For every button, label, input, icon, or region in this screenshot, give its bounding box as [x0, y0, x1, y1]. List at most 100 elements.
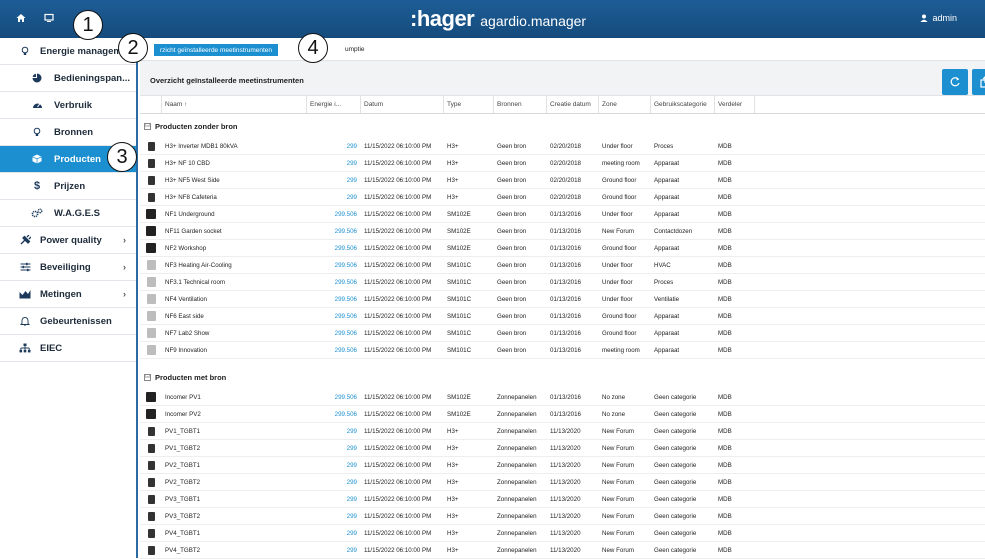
cell-zone: Ground floor [602, 193, 637, 201]
table-row[interactable]: PV3_TGBT1 299 11/15/2022 06:10:00 PM H3+ Zon… [140, 491, 985, 508]
callout-3: 3 [107, 142, 137, 172]
cell-name: NF2 Workshop [165, 244, 207, 252]
cell-cdate: 11/13/2020 [550, 495, 581, 503]
sidebar-item-eiec[interactable]: EIEC [0, 335, 136, 362]
meter-device-icon [140, 443, 162, 453]
sidebar-item-label: Prijzen [54, 180, 86, 192]
table-row[interactable]: NF4 Ventilation 299.506 11/15/2022 06:10:0… [140, 291, 985, 308]
cell-type: SM102E [447, 410, 471, 418]
table-row[interactable]: H3+ NF8 Cafeteria 299 11/15/2022 06:10:00 … [140, 189, 985, 206]
cell-ver: MDB [718, 176, 732, 184]
cell-cat: Proces [654, 142, 674, 150]
cell-type: SM101C [447, 346, 472, 354]
cell-zone: Ground floor [602, 329, 637, 337]
column-header[interactable]: Zone [599, 96, 651, 113]
cell-cdate: 02/20/2018 [550, 176, 581, 184]
column-header[interactable]: Datum [361, 96, 444, 113]
cell-name: Incomer PV2 [165, 410, 201, 418]
table-row[interactable]: PV3_TGBT2 299 11/15/2022 06:10:00 PM H3+ Zon… [140, 508, 985, 525]
table-row[interactable]: PV2_TGBT2 299 11/15/2022 06:10:00 PM H3+ Zon… [140, 474, 985, 491]
monitor-icon[interactable] [40, 9, 58, 27]
tab-overview-installed-meters[interactable]: rzicht geïnstalleerde meetinstrumenten [154, 44, 279, 56]
table-row[interactable]: NF3.1 Technical room 299.506 11/15/2022 06… [140, 274, 985, 291]
cell-energy: 299.506 [334, 346, 357, 354]
sidebar-item-w-a-g-e-s[interactable]: W.A.G.E.S [0, 200, 136, 227]
column-header[interactable]: Verdeler [715, 96, 755, 113]
table-row[interactable]: NF3 Heating Air-Cooling 299.506 11/15/2022… [140, 257, 985, 274]
sidebar-item-energie-managem[interactable]: Energie managem... [0, 38, 136, 65]
meter-device-icon [140, 260, 162, 270]
column-header[interactable]: Bronnen [494, 96, 547, 113]
column-header[interactable]: Creatie datum [547, 96, 599, 113]
sidebar-item-bronnen[interactable]: Bronnen [0, 119, 136, 146]
table-row[interactable]: Incomer PV2 299.506 11/15/2022 06:10:00 PM… [140, 406, 985, 423]
collapse-icon[interactable]: ⊟ [144, 373, 151, 381]
table-row[interactable]: NF1 Underground 299.506 11/15/2022 06:10:0… [140, 206, 985, 223]
cell-name: H3+ NF5 West Side [165, 176, 220, 184]
chevron-right-icon: › [123, 262, 126, 272]
cell-cdate: 11/13/2020 [550, 461, 581, 469]
export-button[interactable] [972, 69, 985, 95]
sidebar-item-metingen[interactable]: Metingen › [0, 281, 136, 308]
cell-ver: MDB [718, 478, 732, 486]
column-header[interactable]: Naam ↑ [162, 96, 307, 113]
meter-device-icon [140, 460, 162, 470]
cell-src: Geen bron [497, 176, 527, 184]
cell-date: 11/15/2022 06:10:00 PM [364, 312, 432, 320]
cell-cat: Apparaat [654, 193, 680, 201]
sidebar-item-bedieningspan[interactable]: Bedieningspan... [0, 65, 136, 92]
column-header[interactable]: Energie i... [307, 96, 361, 113]
table-row[interactable]: H3+ Inverter MDB1 80kVA 299 11/15/2022 06:… [140, 138, 985, 155]
table-row[interactable]: PV2_TGBT1 299 11/15/2022 06:10:00 PM H3+ Zon… [140, 457, 985, 474]
table-row[interactable]: H3+ NF 10 CBD 299 11/15/2022 06:10:00 PM H3… [140, 155, 985, 172]
table-row[interactable]: NF7 Lab2 Show 299.506 11/15/2022 06:10:00 … [140, 325, 985, 342]
cell-name: PV3_TGBT2 [165, 512, 201, 520]
sidebar: Energie managem... Bedieningspan... Verbru… [0, 38, 138, 558]
page-title: Overzicht geïnstalleerde meetinstrumente… [150, 76, 304, 85]
group-header[interactable]: ⊟ Producten zonder bron [140, 114, 985, 138]
table-row[interactable]: NF9 Innovation 299.506 11/15/2022 06:10:00… [140, 342, 985, 359]
sidebar-item-verbruik[interactable]: Verbruik [0, 92, 136, 119]
cell-cdate: 11/13/2020 [550, 546, 581, 554]
table-row[interactable]: PV4_TGBT1 299 11/15/2022 06:10:00 PM H3+ Zon… [140, 525, 985, 542]
cell-ver: MDB [718, 444, 732, 452]
sidebar-item-gebeurtenissen[interactable]: Gebeurtenissen [0, 308, 136, 335]
cell-type: SM102E [447, 227, 471, 235]
table-row[interactable]: PV1_TGBT1 299 11/15/2022 06:10:00 PM H3+ Zon… [140, 423, 985, 440]
refresh-button[interactable] [942, 69, 968, 95]
table-row[interactable]: Incomer PV1 299.506 11/15/2022 06:10:00 PM… [140, 389, 985, 406]
cell-zone: Ground floor [602, 312, 637, 320]
cell-type: SM101C [447, 278, 472, 286]
cell-cat: Geen categorie [654, 427, 697, 435]
cell-cat: Geen categorie [654, 495, 697, 503]
sidebar-item-prijzen[interactable]: $ Prijzen [0, 173, 136, 200]
table-row[interactable]: PV1_TGBT2 299 11/15/2022 06:10:00 PM H3+ Zon… [140, 440, 985, 457]
user-menu[interactable]: admin [920, 13, 957, 23]
meter-device-icon [140, 226, 162, 236]
collapse-icon[interactable]: ⊟ [144, 122, 151, 130]
table-row[interactable]: NF2 Workshop 299.506 11/15/2022 06:10:00 P… [140, 240, 985, 257]
table-row[interactable]: PV4_TGBT2 299 11/15/2022 06:10:00 PM H3+ Zon… [140, 542, 985, 559]
chevron-right-icon: › [123, 289, 126, 299]
group-header[interactable]: ⊟ Producten met bron [140, 365, 985, 389]
sidebar-item-power-quality[interactable]: Power quality › [0, 227, 136, 254]
cell-zone: Under floor [602, 261, 633, 269]
cell-type: H3+ [447, 478, 459, 486]
column-header[interactable]: Gebruikscategorie [651, 96, 715, 113]
cell-energy: 299 [346, 176, 357, 184]
cell-zone: Ground floor [602, 176, 637, 184]
column-header[interactable]: Type [444, 96, 494, 113]
tab-consumption[interactable]: umptie [345, 46, 365, 53]
table-row[interactable]: NF11 Garden socket 299.506 11/15/2022 06:1… [140, 223, 985, 240]
table-row[interactable]: H3+ NF5 West Side 299 11/15/2022 06:10:00 … [140, 172, 985, 189]
cell-cdate: 11/13/2020 [550, 444, 581, 452]
cell-zone: New Forum [602, 495, 634, 503]
meter-device-icon [140, 158, 162, 168]
home-icon[interactable] [12, 9, 30, 27]
logo-product: agardio.manager [480, 13, 587, 29]
cell-date: 11/15/2022 06:10:00 PM [364, 244, 432, 252]
cell-name: PV2_TGBT2 [165, 478, 201, 486]
table-row[interactable]: NF6 East side 299.506 11/15/2022 06:10:00 … [140, 308, 985, 325]
cell-ver: MDB [718, 393, 732, 401]
sidebar-item-beveiliging[interactable]: Beveiliging › [0, 254, 136, 281]
